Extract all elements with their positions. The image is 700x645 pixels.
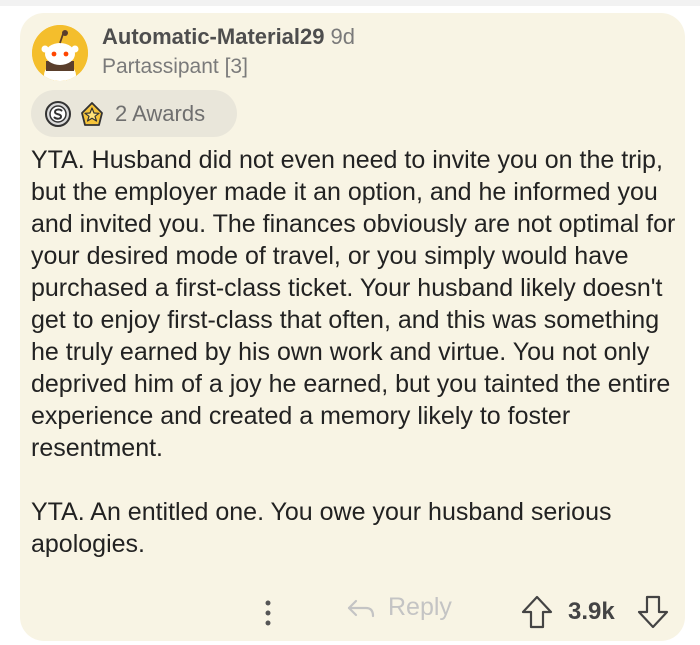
awards-pill[interactable]: 2 Awards (31, 90, 237, 137)
reply-button[interactable]: Reply (346, 593, 452, 622)
vote-score: 3.9k (568, 598, 615, 625)
silver-award-icon (43, 99, 73, 129)
top-divider (0, 0, 700, 6)
downvote-arrow-icon[interactable] (636, 594, 670, 630)
comment-meta: Automatic-Material29 9d Partassipant [3] (102, 23, 355, 82)
reply-arrow-icon (347, 599, 375, 617)
author-username[interactable]: Automatic-Material29 (102, 24, 325, 49)
reply-label: Reply (388, 593, 452, 621)
comment-card: Automatic-Material29 9d Partassipant [3] … (20, 13, 685, 641)
user-flair: Partassipant [3] (102, 55, 248, 78)
awards-count: 2 Awards (115, 100, 206, 126)
helpful-award-icon (77, 99, 107, 129)
comment-paragraph: YTA. An entitled one. You owe your husba… (31, 498, 612, 558)
comment-body: YTA. Husband did not even need to invite… (31, 144, 679, 560)
snoo-avatar-icon[interactable] (32, 25, 88, 81)
comment-paragraph: YTA. Husband did not even need to invite… (31, 146, 676, 462)
comment-age: 9d (330, 24, 355, 49)
upvote-arrow-icon[interactable] (520, 594, 554, 630)
more-vertical-icon[interactable] (260, 597, 276, 629)
comment-actions: Reply 3.9k (20, 591, 685, 635)
